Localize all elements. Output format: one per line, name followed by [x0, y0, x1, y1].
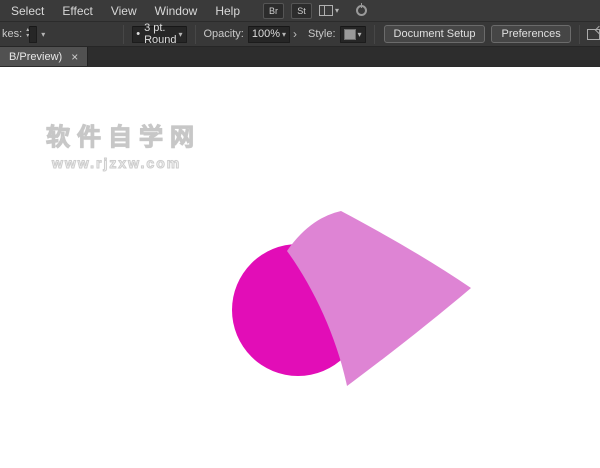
chevron-down-icon: ▾ [358, 30, 362, 39]
separator [579, 25, 580, 44]
stroke-label: kes: [2, 28, 22, 40]
menu-item-view[interactable]: View [102, 0, 146, 22]
transform-icon [587, 29, 600, 40]
brush-dot-icon: • [136, 28, 140, 40]
preferences-button[interactable]: Preferences [491, 25, 570, 43]
menu-item-window[interactable]: Window [146, 0, 207, 22]
document-setup-button[interactable]: Document Setup [384, 25, 486, 43]
artboard-canvas[interactable]: 软件自学网 www.rjzxw.com [0, 67, 600, 467]
document-tab[interactable]: B/Preview) × [0, 47, 88, 66]
stock-icon[interactable]: St [291, 3, 312, 19]
document-tab-label: B/Preview) [9, 51, 62, 63]
selection-tool-control[interactable]: ▾ [587, 29, 600, 40]
chevron-down-icon: ▾ [335, 6, 339, 15]
chevron-down-icon: ▾ [178, 30, 182, 39]
menu-item-help[interactable]: Help [206, 0, 249, 22]
opacity-value: 100% [252, 28, 280, 40]
style-label: Style: [308, 28, 336, 40]
document-tab-bar: B/Preview) × [0, 47, 600, 67]
opacity-flyout-chevron-icon[interactable]: › [293, 27, 297, 41]
style-swatch [344, 29, 356, 40]
arrange-documents-icon [319, 5, 333, 16]
app-bar-icons: Br St ▾ [263, 3, 367, 19]
separator [123, 25, 124, 44]
brush-definition-dropdown[interactable]: • 3 pt. Round ▾ [132, 26, 186, 43]
stroke-weight-dropdown-icon[interactable]: ▾ [41, 30, 45, 39]
style-dropdown[interactable]: ▾ [340, 26, 366, 43]
bridge-icon[interactable]: Br [263, 3, 284, 19]
separator [374, 25, 375, 44]
separator [195, 25, 196, 44]
control-bar: kes: ▴ ▾ ▾ • 3 pt. Round ▾ Opacity: 100%… [0, 22, 600, 47]
opacity-dropdown[interactable]: 100% ▾ [248, 26, 290, 43]
artwork-svg [0, 67, 600, 467]
menu-item-select[interactable]: Select [2, 0, 53, 22]
stroke-weight-field[interactable] [29, 26, 37, 43]
brush-definition-value: 3 pt. Round [144, 22, 176, 46]
menu-item-effect[interactable]: Effect [53, 0, 101, 22]
arrange-documents-control[interactable]: ▾ [319, 5, 339, 16]
chevron-down-icon: ▾ [282, 30, 286, 39]
close-icon[interactable]: × [71, 51, 78, 63]
cs-live-icon[interactable] [356, 5, 367, 16]
opacity-label: Opacity: [204, 28, 244, 40]
menu-bar: Select Effect View Window Help Br St ▾ [0, 0, 600, 22]
